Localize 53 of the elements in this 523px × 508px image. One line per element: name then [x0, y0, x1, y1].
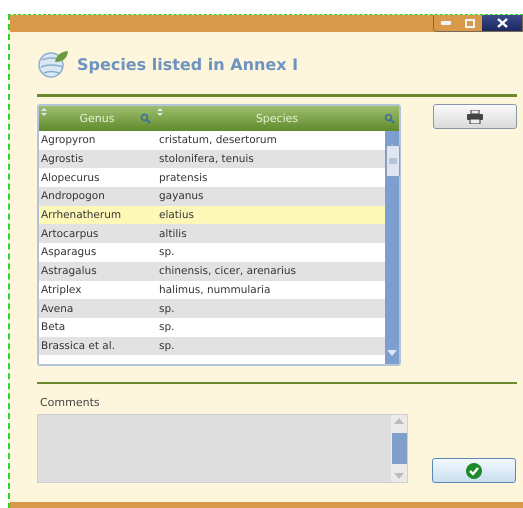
species-cell-text: stolonifera, tenuis	[158, 153, 255, 166]
genus-cell-text: Arrhenatherum	[40, 209, 122, 222]
species-cell-text: sp.	[158, 302, 176, 315]
sort-icon[interactable]	[41, 108, 47, 116]
genus-cell-text: Astragalus	[40, 265, 98, 278]
species-cell-text: sp.	[158, 321, 176, 334]
species-cell-text: sp.	[158, 340, 176, 352]
genus-cell-text: Agropyron	[40, 134, 96, 146]
genus-cell-text: Alopecurus	[40, 172, 101, 184]
check-icon	[466, 462, 482, 478]
comments-field[interactable]	[37, 414, 408, 483]
sort-icon[interactable]	[157, 108, 163, 116]
search-icon[interactable]	[140, 113, 151, 124]
species-cell-text: altilis	[158, 228, 188, 240]
genus-cell-text: Avena	[40, 302, 74, 315]
table-row[interactable]: Artocarpus altilis	[39, 224, 385, 244]
species-cell-text: sp.	[158, 246, 176, 258]
species-cell-text: halimus, nummularia	[158, 284, 272, 296]
search-icon[interactable]	[384, 113, 395, 124]
ok-button[interactable]	[432, 458, 516, 483]
species-cell-text: chinensis, cicer, arenarius	[158, 265, 297, 278]
scroll-down-icon[interactable]	[387, 350, 397, 356]
species-cell-text: pratensis	[158, 172, 209, 184]
comments-scrollbar[interactable]	[391, 415, 407, 482]
scroll-thumb[interactable]	[386, 145, 400, 177]
species-cell-text: gayanus	[158, 190, 205, 202]
printer-icon	[467, 110, 483, 124]
print-button[interactable]	[433, 104, 517, 129]
table-row[interactable]: Arrhenatherum elatius	[39, 206, 385, 224]
close-icon	[496, 18, 508, 28]
genus-cell-text: Brassica et al.	[40, 340, 116, 352]
genus-cell-text: Agrostis	[40, 153, 84, 166]
leaf-globe-icon	[37, 48, 69, 80]
close-button[interactable]	[482, 15, 522, 31]
genus-cell-text: Artocarpus	[40, 228, 100, 240]
page-title: Species listed in Annex I	[77, 54, 298, 74]
table-row[interactable]: Andropogon gayanus	[39, 187, 385, 206]
scrollbar[interactable]	[385, 131, 399, 364]
minimize-icon	[441, 21, 451, 25]
table-row[interactable]: Agrostis stolonifera, tenuis	[39, 150, 385, 168]
genus-cell-text: Beta	[40, 321, 66, 334]
table-row[interactable]: Avena sp.	[39, 299, 385, 318]
table-row[interactable]: Astragalus chinensis, cicer, arenarius	[39, 262, 385, 280]
species-cell-text: elatius	[158, 209, 195, 222]
scroll-down-icon[interactable]	[394, 473, 404, 479]
comments-label: Comments	[40, 396, 101, 409]
species-cell-text: cristatum, desertorum	[158, 134, 278, 146]
table-row[interactable]: Brassica et al. sp.	[39, 336, 385, 356]
maximize-icon	[465, 18, 475, 28]
genus-cell-text: Andropogon	[40, 190, 106, 202]
scroll-up-icon[interactable]	[394, 418, 404, 424]
genus-cell-text: Asparagus	[40, 246, 98, 258]
genus-cell-text: Atriplex	[40, 284, 82, 296]
